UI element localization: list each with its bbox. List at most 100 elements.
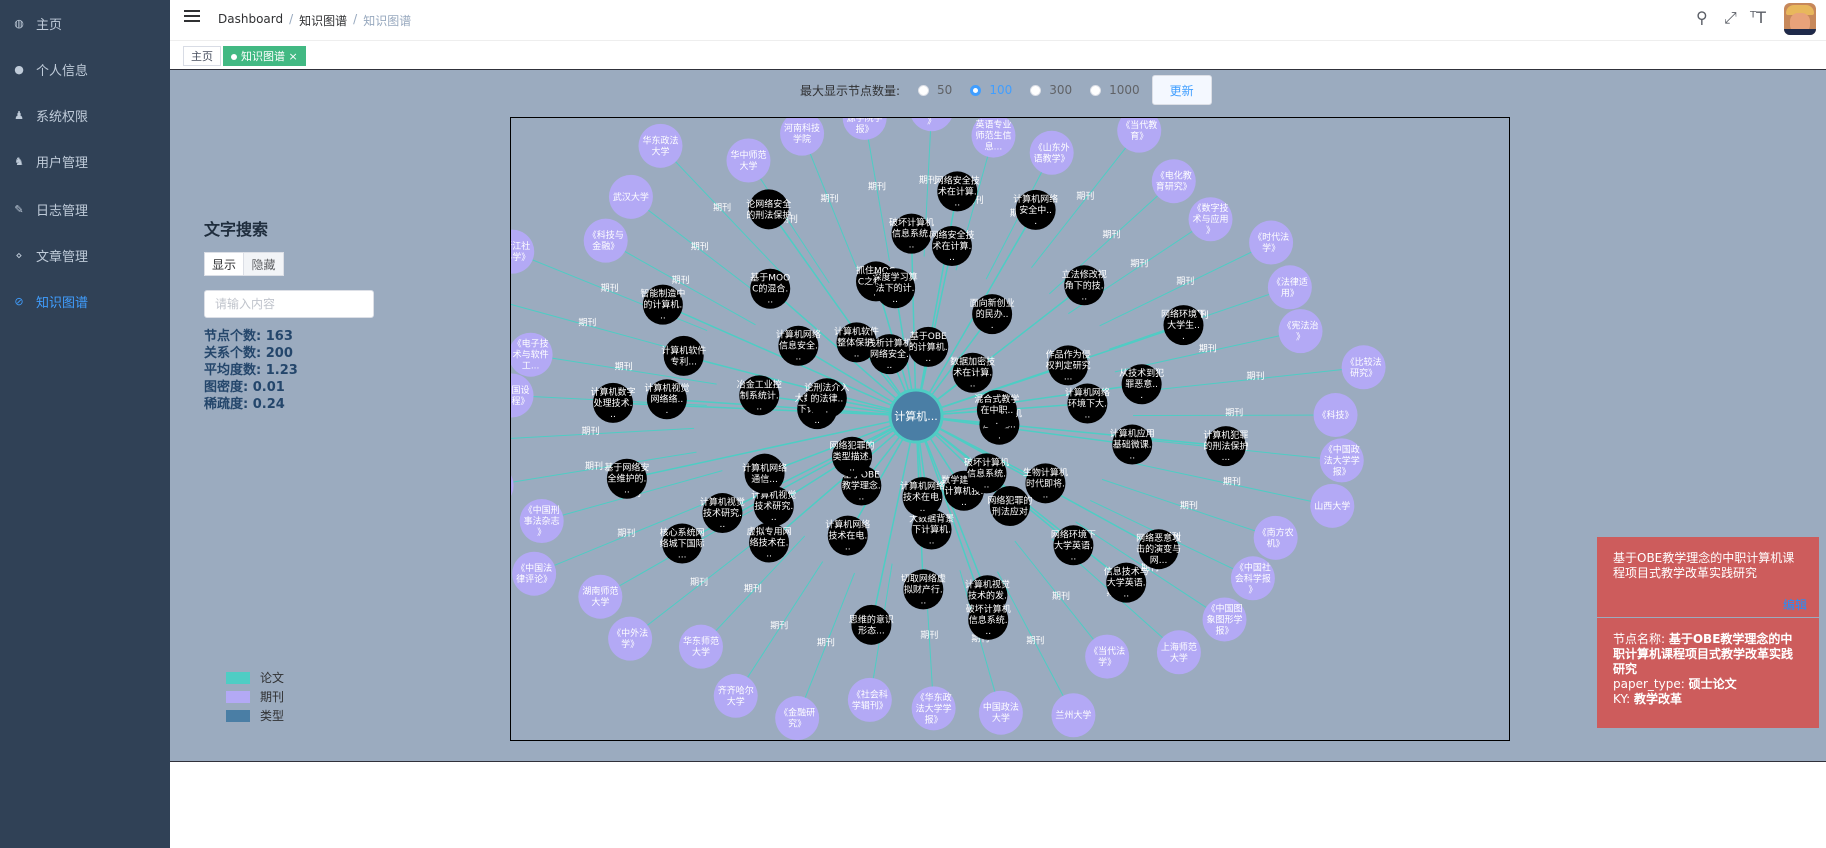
journal-node-label: 《金融研 <box>779 707 815 719</box>
paper-node[interactable]: 数据加密技术在计算... <box>950 352 995 393</box>
journal-node[interactable]: 《浙江社会科学》 <box>511 229 535 274</box>
tag-home[interactable]: 主页 <box>183 46 221 66</box>
paper-node[interactable]: 计算机视觉技术研究... <box>700 493 745 534</box>
paper-node[interactable]: 计算机软件专利... <box>661 335 706 376</box>
journal-node[interactable]: 《比较法研究》 <box>1341 345 1386 390</box>
radio-300[interactable]: 300 <box>1030 83 1072 97</box>
sidebar-item-profile[interactable]: ● 个人信息 <box>0 46 170 92</box>
journal-node[interactable]: 湖南师范大学 <box>578 574 623 619</box>
paper-node[interactable]: 计算机网络环境下大... <box>1065 383 1110 424</box>
paper-node[interactable]: 基于OBE的计算机... <box>908 326 949 367</box>
journal-node[interactable]: 华东师范大学 <box>678 624 723 669</box>
journal-node[interactable]: 《电化教育研究》 <box>1151 159 1196 204</box>
journal-node[interactable]: 《南方农机》 <box>1253 515 1298 560</box>
paper-node[interactable]: 计算机视觉网络络... <box>644 379 689 420</box>
paper-node[interactable]: 作品作为侵权判定研究... <box>1046 345 1091 386</box>
search-input[interactable] <box>204 290 374 318</box>
legend-item-paper[interactable]: 论文 <box>226 668 284 687</box>
paper-node[interactable]: 从技术到犯罪恶意... <box>1119 364 1164 405</box>
journal-node[interactable]: 《时代法学》 <box>1249 220 1294 265</box>
journal-node[interactable]: 《山东外语教学》 <box>1029 130 1074 175</box>
legend-item-journal[interactable]: 期刊 <box>226 687 284 706</box>
hamburger-icon[interactable] <box>184 10 200 24</box>
paper-node[interactable]: 立法修改视角下的技... <box>1062 265 1107 306</box>
paper-node[interactable]: 核心系统网络城下国际... <box>660 523 705 564</box>
paper-node[interactable]: 计算机犯罪的刑法保护... <box>1203 426 1248 467</box>
journal-node[interactable]: 华中师范大学 <box>726 138 771 183</box>
journal-node[interactable]: 《当代法学》 <box>1085 634 1130 679</box>
show-button[interactable]: 显示 <box>204 252 244 276</box>
refresh-button[interactable]: 更新 <box>1151 75 1212 105</box>
journal-node[interactable]: 《金融研究》 <box>775 696 820 740</box>
journal-node[interactable]: 《宪法治》 <box>1278 309 1323 354</box>
edit-link[interactable]: 编辑 <box>1783 598 1807 613</box>
sidebar-item-knowledge-graph[interactable]: ⊘ 知识图谱 <box>0 278 170 324</box>
journal-node[interactable]: 《山西能源学院学报》 <box>842 118 887 140</box>
paper-node-label: .. <box>766 550 772 560</box>
journal-node[interactable]: 中国政法大学 <box>978 690 1023 735</box>
paper-node[interactable]: 网络犯罪的刑法应对 <box>987 485 1032 526</box>
sidebar-item-home[interactable]: ◍ 主页 <box>0 0 170 46</box>
tag-knowledge-graph[interactable]: 知识图谱 × <box>223 46 306 66</box>
journal-node[interactable]: 《法律适用》 <box>1267 265 1312 310</box>
legend-item-type[interactable]: 类型 <box>226 706 284 725</box>
hide-button[interactable]: 隐藏 <box>244 252 284 276</box>
paper-node[interactable]: 计算机应用基础微课... <box>1110 424 1155 465</box>
journal-node[interactable]: 河南科技学院 <box>780 118 825 156</box>
paper-node[interactable]: 计算机网络信息安全... <box>776 325 821 366</box>
journal-node[interactable]: 《中外法学》 <box>608 616 653 661</box>
journal-node[interactable]: 《中国设备工程》 <box>511 373 534 418</box>
journal-node[interactable]: 英语专业师范生信息... <box>971 118 1016 158</box>
journal-node[interactable]: 《数字技术与应用》 <box>1188 197 1233 242</box>
sidebar-item-logs[interactable]: ✎ 日志管理 <box>0 186 170 232</box>
paper-node[interactable]: 基于MOOC的混合... <box>750 268 791 309</box>
journal-node[interactable]: 《东南大学学报(哲... <box>511 463 514 507</box>
journal-node[interactable]: 华东政法大学 <box>638 123 683 168</box>
journal-node[interactable]: 《中国刑事法杂志》 <box>519 499 564 544</box>
sidebar-item-articles[interactable]: ⋄ 文章管理 <box>0 232 170 278</box>
paper-node[interactable]: 浅析计算机网络安全... <box>867 334 912 375</box>
paper-node[interactable]: 深度学习算法下的计... <box>873 268 918 309</box>
paper-node[interactable]: 网络环境下大学英语... <box>1051 525 1096 566</box>
paper-node[interactable]: 计算机数字处理技术... <box>590 382 636 423</box>
journal-node[interactable]: 武汉大学 <box>608 174 653 219</box>
journal-node[interactable]: 《电子技术与软件工... <box>511 332 553 377</box>
journal-node[interactable]: 《社会科学辑刊》 <box>847 677 892 722</box>
graph-svg[interactable]: 期刊期刊期刊期刊期刊期刊期刊期刊期刊期刊期刊期刊期刊期刊期刊期刊期刊期刊期刊期刊… <box>511 118 1509 740</box>
paper-node[interactable]: 计算机网络安全中... <box>1013 189 1058 230</box>
breadcrumb-dashboard[interactable]: Dashboard <box>218 12 283 29</box>
radio-100[interactable]: 100 <box>970 83 1012 97</box>
journal-node[interactable]: 《中国图象图形学报》 <box>1202 597 1247 642</box>
journal-node[interactable]: 《华东政法大学学报》 <box>911 686 956 731</box>
search-icon[interactable]: ⚲ <box>1696 8 1708 27</box>
journal-node[interactable]: 上海师范大学 <box>1156 630 1201 675</box>
paper-node[interactable]: 网络环境下大学生... <box>1161 305 1206 346</box>
paper-node[interactable]: 切取网络虚拟财产行... <box>901 569 946 610</box>
journal-node[interactable]: 《科技创新与应用》 <box>910 118 954 132</box>
paper-node[interactable]: 面向新创业的民办... <box>970 294 1015 335</box>
sidebar-item-permission[interactable]: ♟ 系统权限 <box>0 92 170 138</box>
paper-node[interactable]: 破坏计算机信息系统... <box>889 213 934 254</box>
journal-node[interactable]: 《中国政法大学学报》 <box>1319 438 1364 483</box>
breadcrumb-section[interactable]: 知识图谱 <box>299 12 347 29</box>
radio-1000[interactable]: 1000 <box>1090 83 1140 97</box>
sidebar-item-users[interactable]: ♞ 用户管理 <box>0 138 170 184</box>
font-size-icon[interactable]: ᵀT <box>1750 8 1766 27</box>
paper-node[interactable]: 计算机网络技术在电... <box>825 515 870 556</box>
journal-node[interactable]: 《中国社会科学报》 <box>1230 556 1275 601</box>
close-icon[interactable]: × <box>289 50 298 63</box>
radio-50[interactable]: 50 <box>918 83 952 97</box>
paper-node[interactable]: 思维的意识形态... <box>849 604 894 645</box>
journal-node[interactable]: 《当代教育》 <box>1117 118 1162 153</box>
journal-node[interactable]: 《科技》 <box>1313 393 1358 438</box>
journal-node[interactable]: 齐齐哈尔大学 <box>713 673 758 718</box>
journal-node[interactable]: 山西大学 <box>1310 483 1355 528</box>
journal-node[interactable]: 《中国法律评论》 <box>512 551 557 596</box>
paper-node[interactable]: 网络安全技术在计算... <box>929 225 974 266</box>
avatar[interactable] <box>1784 3 1816 35</box>
type-node-center[interactable]: 计算机... <box>888 388 944 444</box>
journal-node[interactable]: 兰州大学 <box>1051 693 1096 738</box>
fullscreen-icon[interactable]: ⤢ <box>1724 8 1737 28</box>
journal-node[interactable]: 《科技与金融》 <box>583 218 628 263</box>
knowledge-graph-canvas[interactable]: 期刊 期刊 期刊 期刊 期刊 期刊 期刊 期刊 期刊 期刊 期刊 期刊 期刊 期刊 期刊 期刊 期刊 期刊 期刊 期刊… <box>510 117 1510 741</box>
